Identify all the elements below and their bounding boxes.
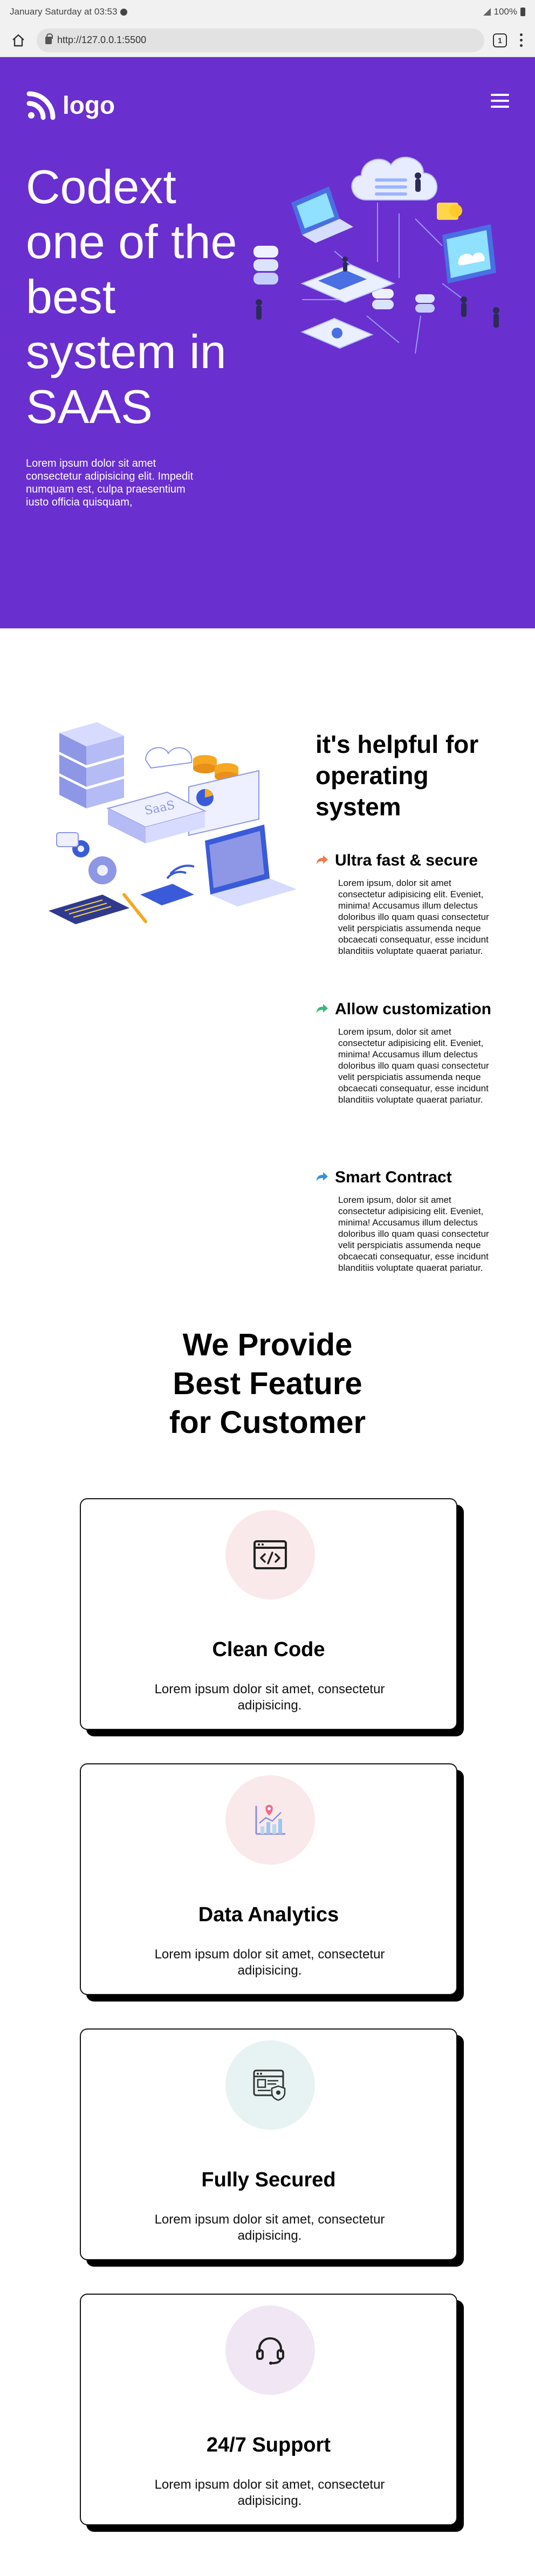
forward-arrow-icon [317, 855, 328, 864]
saas-isometric-illustration: SaaS [49, 722, 297, 924]
hamburger-menu-icon[interactable] [491, 94, 509, 108]
home-button[interactable] [9, 31, 28, 50]
feature-body: Lorem ipsum, dolor sit amet consectetur … [338, 878, 489, 956]
browser-toolbar: http://127.0.0.1:5500 1 [0, 24, 535, 57]
card-text: Lorem ipsum dolor sit amet, consectetur … [154, 2212, 385, 2243]
cloud-network-illustration [253, 156, 499, 354]
address-bar[interactable]: http://127.0.0.1:5500 [37, 28, 484, 52]
headset-icon [256, 2337, 284, 2365]
code-window-icon [253, 1540, 287, 1569]
home-icon [12, 34, 24, 46]
feature-item-smart-contract: Smart Contract Lorem ipsum, dolor sit am… [315, 1168, 493, 1273]
forward-arrow-icon [317, 1172, 328, 1181]
card-title: Fully Secured [201, 2169, 336, 2191]
logo-text: logo [63, 91, 115, 119]
logo[interactable]: logo [26, 89, 115, 121]
analytics-chart-icon [255, 1805, 285, 1835]
feature-body: Lorem ipsum, dolor sit amet consectetur … [338, 1027, 489, 1105]
browser-menu-button[interactable] [516, 33, 526, 47]
card-title: Clean Code [212, 1638, 325, 1661]
lock-icon [45, 33, 53, 44]
notification-icon [120, 8, 128, 16]
feature-card-support: 24/7 Support Lorem ipsum dolor sit amet,… [80, 2294, 457, 2525]
card-title: Data Analytics [198, 1903, 339, 1926]
hero-section: logo Codext one of the best system in SA… [0, 57, 535, 628]
card-icon-circle [225, 2305, 315, 2395]
card-text: Lorem ipsum dolor sit amet, consectetur … [154, 1947, 385, 1978]
logo-icon [26, 91, 56, 120]
status-time: January Saturday at 03:53 [10, 6, 118, 17]
feature-item-customization: Allow customization Lorem ipsum, dolor s… [315, 1000, 493, 1105]
forward-arrow-icon [317, 1004, 328, 1013]
features-title-text: We Provide Best Feature for Customer [169, 1327, 366, 1440]
card-icon-circle [225, 1510, 315, 1599]
signal-icon [483, 8, 491, 16]
status-right: 100% [483, 6, 525, 17]
status-bar: January Saturday at 03:53 100% [0, 0, 535, 24]
feature-heading: Ultra fast & secure [315, 851, 493, 870]
feature-heading: Smart Contract [315, 1168, 493, 1187]
feature-heading: Allow customization [315, 1000, 493, 1019]
feature-card-data-analytics: Data Analytics Lorem ipsum dolor sit ame… [80, 1763, 457, 1995]
feature-card-fully-secured: Fully Secured Lorem ipsum dolor sit amet… [80, 2028, 457, 2260]
hero-title: Codext one of the best system in SAAS [26, 160, 237, 433]
battery-level: 100% [493, 6, 517, 17]
feature-title: Allow customization [335, 1000, 492, 1018]
battery-icon [520, 8, 525, 16]
hero-description: Lorem ipsum dolor sit amet consectetur a… [26, 458, 194, 508]
helpful-section-title: it's helpful for operating system [315, 730, 479, 821]
card-icon-circle [225, 2040, 315, 2130]
card-text: Lorem ipsum dolor sit amet, consectetur … [154, 2477, 385, 2508]
status-left: January Saturday at 03:53 [10, 6, 128, 17]
card-icon-circle [225, 1775, 315, 1865]
feature-body: Lorem ipsum, dolor sit amet consectetur … [338, 1195, 489, 1273]
card-text: Lorem ipsum dolor sit amet, consectetur … [154, 1682, 385, 1713]
feature-item-ultra-fast: Ultra fast & secure Lorem ipsum, dolor s… [315, 851, 493, 957]
card-title: 24/7 Support [206, 2434, 331, 2456]
url-text: http://127.0.0.1:5500 [57, 34, 147, 45]
features-section-title: We Provide Best Feature for Customer [0, 1326, 535, 1442]
feature-card-clean-code: Clean Code Lorem ipsum dolor sit amet, c… [80, 1498, 457, 1730]
tabs-button[interactable]: 1 [493, 33, 507, 47]
secure-browser-icon [253, 2069, 286, 2101]
feature-title: Smart Contract [335, 1168, 452, 1186]
feature-title: Ultra fast & secure [335, 851, 478, 869]
